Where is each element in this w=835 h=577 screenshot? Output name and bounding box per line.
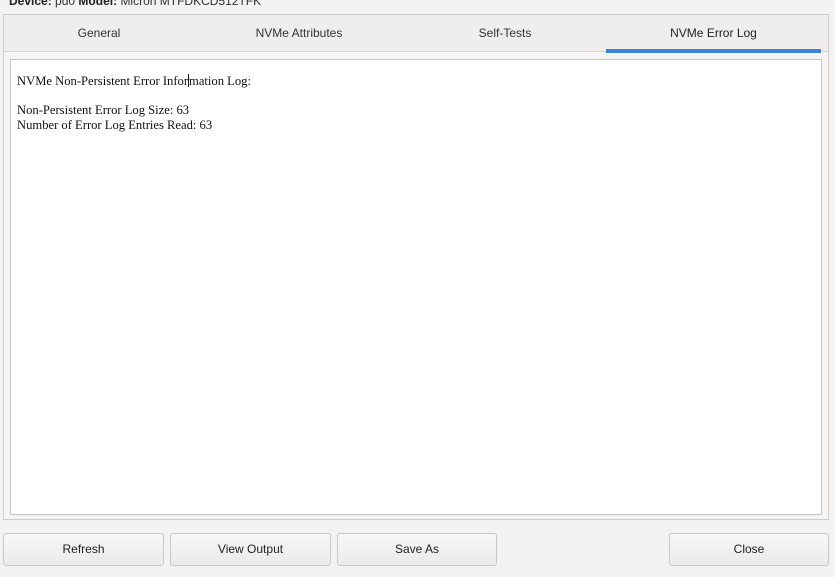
error-log-output[interactable]: NVMe Non-Persistent Error Information Lo… (10, 59, 822, 515)
tab-panel: General NVMe Attributes Self-Tests NVMe … (3, 14, 829, 520)
log-title: NVMe Non-Persistent Error Information Lo… (17, 74, 251, 88)
tab-nvme-attributes[interactable]: NVMe Attributes (194, 15, 404, 52)
tab-general[interactable]: General (4, 15, 194, 52)
model-value: Micron MTFDKCD512TFK (120, 0, 262, 8)
tab-bar: General NVMe Attributes Self-Tests NVMe … (4, 15, 828, 53)
device-value: pd0 (55, 0, 76, 8)
view-output-button[interactable]: View Output (170, 533, 331, 566)
tab-nvme-error-log[interactable]: NVMe Error Log (606, 15, 821, 53)
close-button[interactable]: Close (669, 533, 829, 566)
save-as-button[interactable]: Save As (337, 533, 497, 566)
tab-self-tests[interactable]: Self-Tests (404, 15, 606, 52)
log-line-entries-read: Number of Error Log Entries Read: 63 (17, 117, 213, 132)
device-label: Device: (9, 0, 52, 8)
refresh-button[interactable]: Refresh (3, 533, 164, 566)
model-label: Model: (78, 0, 118, 8)
log-line-size: Non-Persistent Error Log Size: 63 (17, 103, 190, 117)
device-info: Device: pd0 Model: Micron MTFDKCD512TFK (9, 0, 261, 8)
